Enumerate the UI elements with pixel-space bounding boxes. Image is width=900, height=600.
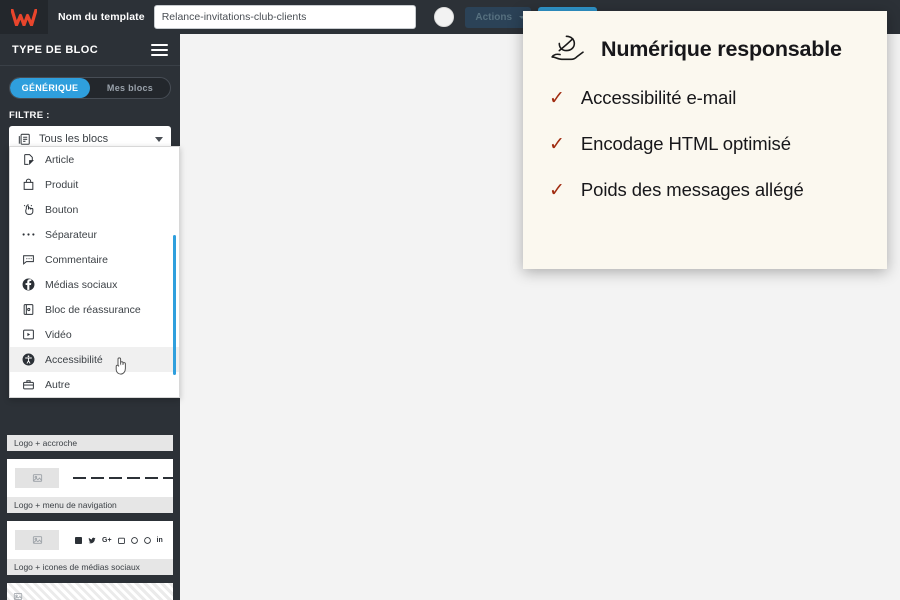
bag-icon — [21, 177, 36, 192]
social-icon-row: G+ in — [75, 536, 163, 544]
hamburger-icon[interactable] — [151, 41, 168, 59]
sidebar-title: TYPE DE BLOC — [12, 43, 99, 56]
overlay-feature-label: Poids des messages allégé — [580, 179, 804, 200]
dropdown-item-article[interactable]: Article — [10, 147, 179, 172]
block-preview — [7, 459, 176, 497]
dropdown-item-commentaire[interactable]: Commentaire — [10, 247, 179, 272]
dropdown-item-video[interactable]: Vidéo — [10, 322, 179, 347]
dropdown-item-bloc-reassurance[interactable]: Bloc de réassurance — [10, 297, 179, 322]
template-name-label: Nom du template — [58, 11, 145, 23]
twitter-icon — [88, 537, 96, 543]
social-media-icon — [21, 277, 36, 292]
dropdown-item-label: Autre — [45, 378, 71, 391]
article-icon — [21, 152, 36, 167]
instagram-icon — [130, 536, 138, 544]
facebook-icon — [75, 536, 82, 544]
template-name-input[interactable] — [153, 5, 416, 29]
pinterest-icon — [143, 536, 151, 544]
chevron-down-icon — [155, 136, 163, 142]
block-type-dropdown: Article Produit Bouton Séparateur Commen — [9, 146, 180, 398]
blocks-icon — [18, 133, 30, 145]
dropdown-item-label: Produit — [45, 178, 79, 191]
block-preview: G+ in — [7, 521, 173, 559]
dropdown-item-produit[interactable]: Produit — [10, 172, 179, 197]
check-icon: ✓ — [549, 133, 565, 155]
tab-mes-blocs[interactable]: Mes blocs — [90, 78, 170, 98]
nav-dashes — [73, 477, 176, 479]
other-icon — [21, 377, 36, 392]
sidebar-tabs: GÉNÉRIQUE Mes blocs — [9, 77, 171, 99]
reassurance-icon — [21, 302, 36, 317]
block-preview — [7, 583, 173, 600]
dropdown-item-label: Bloc de réassurance — [45, 303, 141, 316]
overlay-feature-item: ✓ Accessibilité e-mail — [549, 87, 861, 109]
click-button-icon — [21, 202, 36, 217]
dropdown-item-accessibilite[interactable]: Accessibilité — [10, 347, 179, 372]
actions-button[interactable]: Actions — [464, 6, 531, 28]
actions-button-label: Actions — [475, 11, 513, 23]
overlay-title: Numérique responsable — [601, 36, 842, 61]
overlay-feature-label: Accessibilité e-mail — [580, 87, 737, 108]
dropdown-item-label: Commentaire — [45, 253, 109, 266]
sidebar-header: TYPE DE BLOC — [0, 34, 180, 66]
hand-leaf-eco-icon — [551, 35, 584, 61]
image-placeholder-icon — [15, 468, 59, 488]
overlay-feature-item: ✓ Poids des messages allégé — [549, 179, 861, 201]
check-icon: ✓ — [549, 87, 565, 109]
overlay-header: Numérique responsable — [549, 33, 861, 65]
block-thumbnail-list: Logo + accroche Logo + menu de navigatio… — [6, 434, 176, 600]
filter-select-value: Tous les blocs — [39, 133, 109, 145]
app-root: Nom du template Actions Versions Dolist … — [0, 0, 900, 600]
block-thumbnail[interactable]: Logo + menu de navigation — [6, 458, 176, 514]
accessibility-icon — [21, 352, 36, 367]
dropdown-item-label: Article — [45, 153, 75, 166]
block-thumbnail[interactable]: G+ in Logo + icones de médias sociaux — [6, 520, 174, 576]
dropdown-item-label: Bouton — [45, 203, 79, 216]
dropdown-item-medias-sociaux[interactable]: Médias sociaux — [10, 272, 179, 297]
dropdown-item-label: Vidéo — [45, 328, 72, 341]
block-caption: Logo + icones de médias sociaux — [7, 559, 173, 575]
comment-icon — [21, 252, 36, 267]
numerique-responsable-overlay: Numérique responsable ✓ Accessibilité e-… — [523, 11, 887, 269]
dropdown-item-label: Séparateur — [45, 228, 97, 241]
image-placeholder-icon — [15, 530, 59, 550]
dropdown-item-bouton[interactable]: Bouton — [10, 197, 179, 222]
overlay-feature-item: ✓ Encodage HTML optimisé — [549, 133, 861, 155]
dropdown-scrollbar[interactable] — [173, 235, 176, 375]
tab-generique[interactable]: GÉNÉRIQUE — [10, 78, 90, 98]
overlay-feature-list: ✓ Accessibilité e-mail ✓ Encodage HTML o… — [549, 87, 861, 201]
calendar-icon — [117, 537, 125, 544]
check-icon: ✓ — [549, 179, 565, 201]
app-logo[interactable] — [0, 0, 48, 34]
video-icon — [21, 327, 36, 342]
avatar[interactable] — [433, 7, 454, 27]
block-caption: Logo + menu de navigation — [7, 497, 173, 513]
block-thumbnail[interactable] — [6, 582, 174, 600]
dropdown-item-autre[interactable]: Autre — [10, 372, 179, 397]
google-plus-icon: G+ — [102, 536, 112, 544]
dots-separator-icon — [21, 227, 36, 242]
filter-label: FILTRE : — [9, 110, 50, 121]
block-thumbnail[interactable]: Logo + accroche — [6, 434, 174, 452]
image-placeholder-icon — [13, 588, 23, 600]
dropdown-item-label: Accessibilité — [45, 353, 103, 366]
dropdown-item-label: Médias sociaux — [45, 278, 118, 291]
overlay-feature-label: Encodage HTML optimisé — [580, 133, 791, 154]
linkedin-icon: in — [156, 536, 163, 544]
wellkom-w-logo-icon — [11, 8, 37, 26]
dropdown-item-separateur[interactable]: Séparateur — [10, 222, 179, 247]
block-caption: Logo + accroche — [7, 435, 173, 451]
